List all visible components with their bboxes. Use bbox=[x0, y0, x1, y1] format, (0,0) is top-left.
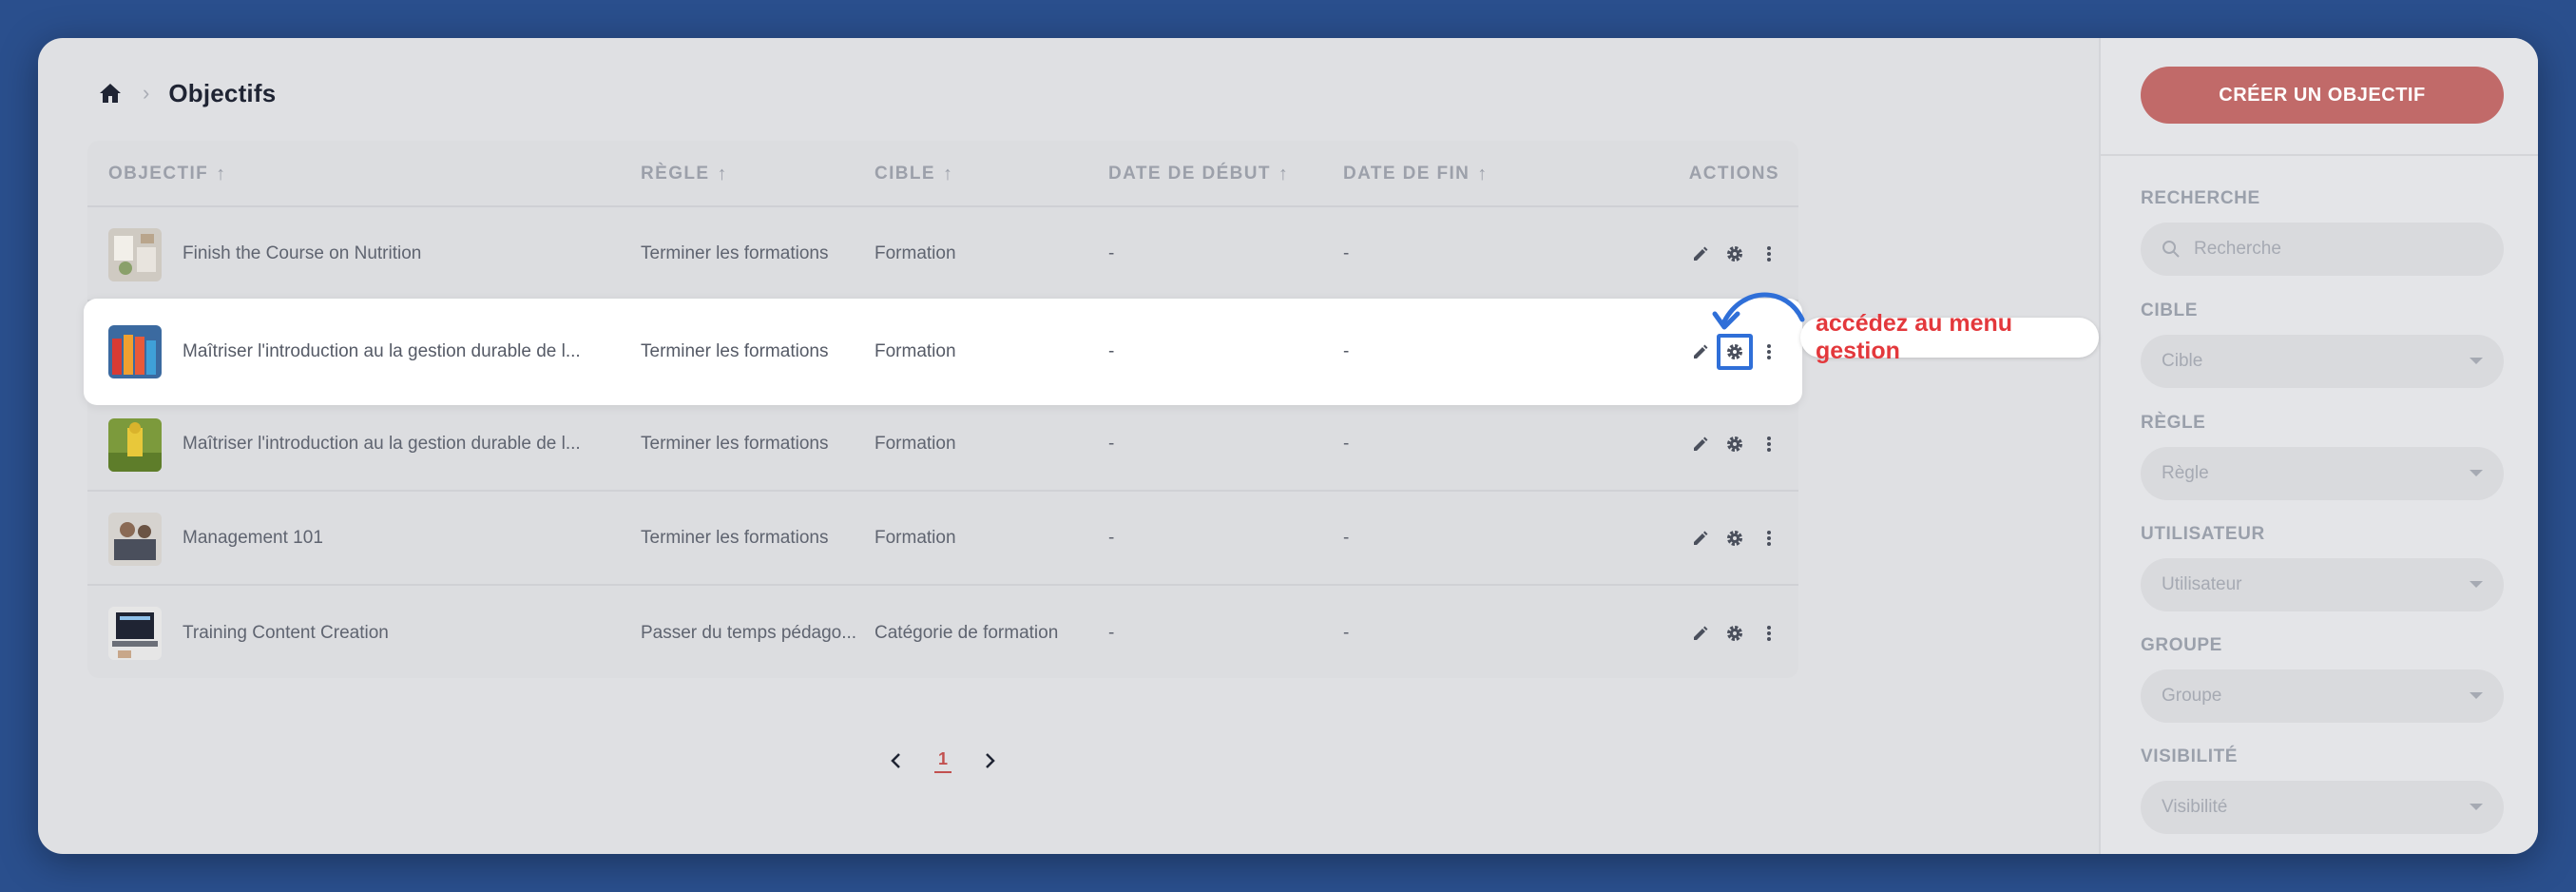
page-number-current[interactable]: 1 bbox=[933, 749, 952, 773]
gear-icon[interactable] bbox=[1724, 528, 1745, 549]
annotation-callout: accédez au menu gestion bbox=[1800, 310, 2099, 364]
sort-arrow-icon: ↑ bbox=[216, 163, 227, 184]
row-actions bbox=[1690, 586, 1779, 680]
cell-objectif: Maîtriser l'introduction au la gestion d… bbox=[183, 341, 581, 361]
course-thumbnail bbox=[108, 513, 162, 566]
create-objective-button[interactable]: CRÉER UN OBJECTIF bbox=[2141, 67, 2504, 124]
course-thumbnail bbox=[108, 228, 162, 281]
sort-arrow-icon: ↑ bbox=[943, 163, 954, 184]
filters-sidebar: CRÉER UN OBJECTIF RECHERCHE Recherche CI… bbox=[2099, 38, 2538, 854]
row-actions bbox=[1690, 492, 1779, 584]
breadcrumb: › Objectifs bbox=[97, 74, 276, 112]
table-row-highlighted[interactable]: Maîtriser l'introduction au la gestion d… bbox=[84, 299, 1802, 405]
gear-icon[interactable] bbox=[1724, 623, 1745, 644]
cell-date-fin: - bbox=[1343, 242, 1350, 263]
edit-pencil-icon[interactable] bbox=[1690, 243, 1711, 264]
chevron-right-icon[interactable] bbox=[980, 750, 1001, 771]
sort-arrow-icon: ↑ bbox=[1278, 163, 1290, 184]
column-header-regle[interactable]: RÈGLE ↑ bbox=[641, 141, 728, 207]
caret-down-icon bbox=[2470, 804, 2483, 810]
cell-objectif: Management 101 bbox=[183, 527, 323, 548]
caret-down-icon bbox=[2470, 581, 2483, 588]
utilisateur-select[interactable]: Utilisateur bbox=[2141, 558, 2504, 611]
groupe-select[interactable]: Groupe bbox=[2141, 669, 2504, 723]
course-thumbnail bbox=[108, 325, 162, 378]
table-row[interactable]: Training Content Creation Passer du temp… bbox=[87, 586, 1798, 680]
more-vertical-icon[interactable] bbox=[1759, 528, 1779, 549]
cell-objectif: Finish the Course on Nutrition bbox=[183, 242, 422, 263]
cell-date-fin: - bbox=[1343, 341, 1350, 361]
gear-icon[interactable] bbox=[1724, 434, 1745, 455]
cell-date-debut: - bbox=[1108, 341, 1115, 361]
cell-cible: Formation bbox=[875, 433, 956, 454]
home-icon[interactable] bbox=[97, 80, 124, 107]
cible-select[interactable]: Cible bbox=[2141, 335, 2504, 388]
regle-select[interactable]: Règle bbox=[2141, 447, 2504, 500]
table-header: OBJECTIF ↑ RÈGLE ↑ CIBLE ↑ DATE DE DÉBUT ↑ D… bbox=[87, 141, 1798, 207]
column-header-date-fin[interactable]: DATE DE FIN ↑ bbox=[1343, 141, 1489, 207]
sort-arrow-icon: ↑ bbox=[1477, 163, 1489, 184]
caret-down-icon bbox=[2470, 358, 2483, 364]
search-placeholder: Recherche bbox=[2194, 239, 2281, 259]
pagination: 1 bbox=[87, 742, 1798, 780]
filter-label-regle: RÈGLE bbox=[2141, 413, 2206, 433]
cell-date-debut: - bbox=[1108, 242, 1115, 263]
chevron-left-icon[interactable] bbox=[885, 750, 906, 771]
filter-label-utilisateur: UTILISATEUR bbox=[2141, 524, 2265, 544]
column-header-cible[interactable]: CIBLE ↑ bbox=[875, 141, 953, 207]
app-window: › Objectifs OBJECTIF ↑ RÈGLE ↑ CIBLE ↑ DATE… bbox=[38, 38, 2538, 854]
cell-regle: Terminer les formations bbox=[641, 527, 829, 548]
objectives-table: OBJECTIF ↑ RÈGLE ↑ CIBLE ↑ DATE DE DÉBUT ↑ D… bbox=[84, 141, 1802, 680]
edit-pencil-icon[interactable] bbox=[1690, 623, 1711, 644]
more-vertical-icon[interactable] bbox=[1759, 623, 1779, 644]
column-header-objectif[interactable]: OBJECTIF ↑ bbox=[108, 141, 227, 207]
sidebar-divider bbox=[2101, 154, 2538, 156]
course-thumbnail bbox=[108, 607, 162, 660]
page-title: Objectifs bbox=[168, 78, 277, 107]
main-content: › Objectifs OBJECTIF ↑ RÈGLE ↑ CIBLE ↑ DATE… bbox=[38, 38, 2099, 854]
table-row[interactable]: Management 101 Terminer les formations F… bbox=[87, 492, 1798, 586]
filter-label-recherche: RECHERCHE bbox=[2141, 188, 2260, 208]
cell-regle: Terminer les formations bbox=[641, 341, 829, 361]
cell-date-fin: - bbox=[1343, 527, 1350, 548]
filter-label-cible: CIBLE bbox=[2141, 301, 2198, 320]
cell-date-fin: - bbox=[1343, 622, 1350, 643]
cell-date-debut: - bbox=[1108, 527, 1115, 548]
edit-pencil-icon[interactable] bbox=[1690, 434, 1711, 455]
search-input[interactable]: Recherche bbox=[2141, 223, 2504, 276]
caret-down-icon bbox=[2470, 692, 2483, 699]
column-header-actions: ACTIONS bbox=[1688, 164, 1779, 184]
annotation-arrow-icon bbox=[1712, 292, 1805, 330]
search-icon bbox=[2162, 240, 2181, 259]
cell-cible: Formation bbox=[875, 341, 956, 361]
sort-arrow-icon: ↑ bbox=[717, 163, 728, 184]
breadcrumb-separator-icon: › bbox=[143, 81, 150, 105]
cell-cible: Catégorie de formation bbox=[875, 622, 1059, 643]
cell-date-fin: - bbox=[1343, 433, 1350, 454]
edit-pencil-icon[interactable] bbox=[1690, 528, 1711, 549]
cell-cible: Formation bbox=[875, 527, 956, 548]
row-actions bbox=[1690, 398, 1779, 490]
filter-label-visibilite: VISIBILITÉ bbox=[2141, 747, 2239, 766]
cell-regle: Passer du temps pédago... bbox=[641, 622, 857, 643]
gear-icon[interactable] bbox=[1724, 243, 1745, 264]
filter-label-groupe: GROUPE bbox=[2141, 635, 2222, 655]
cell-date-debut: - bbox=[1108, 622, 1115, 643]
cell-objectif: Maîtriser l'introduction au la gestion d… bbox=[183, 433, 581, 454]
course-thumbnail bbox=[108, 418, 162, 472]
more-vertical-icon[interactable] bbox=[1759, 434, 1779, 455]
cell-objectif: Training Content Creation bbox=[183, 622, 389, 643]
cell-date-debut: - bbox=[1108, 433, 1115, 454]
more-vertical-icon[interactable] bbox=[1759, 243, 1779, 264]
cell-cible: Formation bbox=[875, 242, 956, 263]
caret-down-icon bbox=[2470, 470, 2483, 476]
table-row[interactable]: Finish the Course on Nutrition Terminer … bbox=[87, 207, 1798, 301]
cell-regle: Terminer les formations bbox=[641, 433, 829, 454]
cell-regle: Terminer les formations bbox=[641, 242, 829, 263]
visibilite-select[interactable]: Visibilité bbox=[2141, 781, 2504, 834]
column-header-date-debut[interactable]: DATE DE DÉBUT ↑ bbox=[1108, 141, 1289, 207]
table-row[interactable]: Maîtriser l'introduction au la gestion d… bbox=[87, 398, 1798, 492]
edit-pencil-icon[interactable] bbox=[1690, 341, 1711, 362]
